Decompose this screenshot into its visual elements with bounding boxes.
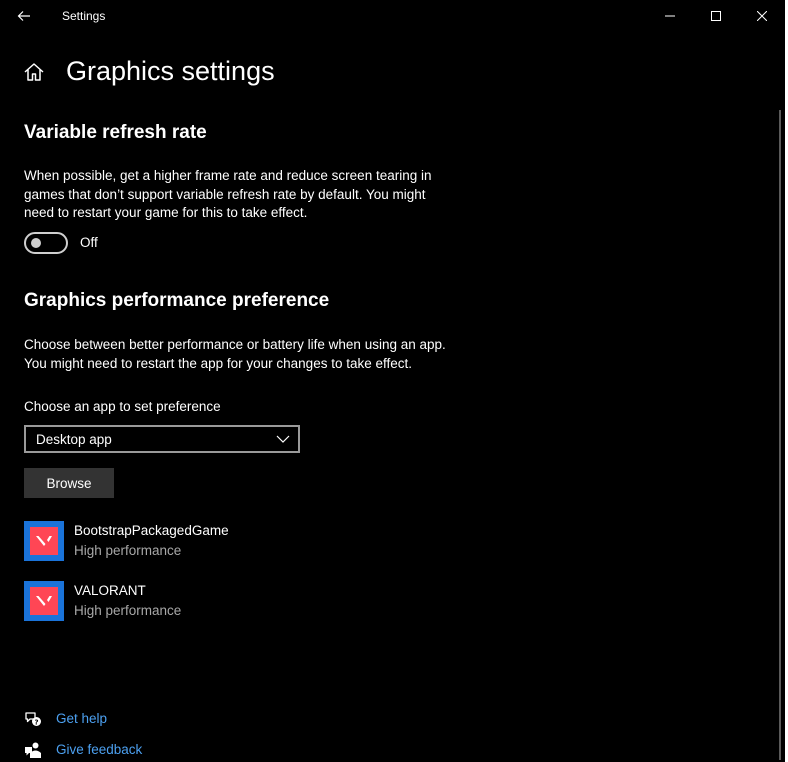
feedback-icon [25, 742, 41, 758]
minimize-icon [665, 15, 675, 17]
app-list-item[interactable]: VALORANT High performance [24, 581, 424, 623]
dropdown-selected-value: Desktop app [36, 432, 112, 447]
app-name: BootstrapPackagedGame [74, 523, 229, 538]
back-arrow-icon [17, 11, 30, 21]
give-feedback-link[interactable]: Give feedback [24, 741, 224, 761]
close-icon [757, 11, 767, 21]
get-help-label: Get help [56, 711, 108, 726]
chevron-down-icon [276, 435, 290, 443]
vrr-heading: Variable refresh rate [24, 122, 207, 143]
get-help-link[interactable]: ? Get help [24, 710, 224, 730]
back-button[interactable] [10, 4, 38, 28]
app-icon [24, 521, 64, 561]
maximize-button[interactable] [693, 0, 739, 32]
perf-description-line1: Choose between better performance or bat… [24, 337, 446, 352]
scrollbar[interactable] [779, 110, 781, 760]
toggle-knob [31, 238, 41, 248]
page-title: Graphics settings [66, 56, 275, 86]
browse-button[interactable]: Browse [24, 468, 114, 498]
valorant-logo-icon [30, 587, 58, 615]
home-icon[interactable] [23, 61, 45, 83]
vrr-toggle-state: Off [80, 235, 98, 250]
help-chat-icon: ? [25, 712, 41, 726]
title-bar: Settings [0, 0, 785, 32]
choose-app-label: Choose an app to set preference [24, 399, 221, 414]
give-feedback-label: Give feedback [56, 742, 143, 757]
valorant-logo-icon [30, 527, 58, 555]
perf-heading: Graphics performance preference [24, 290, 330, 311]
close-button[interactable] [739, 0, 785, 32]
app-preference: High performance [74, 603, 182, 618]
app-preference: High performance [74, 543, 182, 558]
window-title: Settings [62, 9, 106, 23]
perf-description-line2: You might need to restart the app for yo… [24, 356, 412, 371]
maximize-icon [711, 11, 721, 21]
app-type-dropdown[interactable]: Desktop app [24, 425, 300, 453]
vrr-toggle[interactable] [24, 232, 68, 254]
app-icon [24, 581, 64, 621]
minimize-button[interactable] [647, 0, 693, 32]
svg-text:?: ? [34, 718, 38, 726]
app-name: VALORANT [74, 583, 146, 598]
settings-window: Settings Graphics settings Variable refr… [0, 0, 788, 762]
app-list-item[interactable]: BootstrapPackagedGame High performance [24, 521, 424, 563]
vrr-description: When possible, get a higher frame rate a… [24, 168, 432, 220]
